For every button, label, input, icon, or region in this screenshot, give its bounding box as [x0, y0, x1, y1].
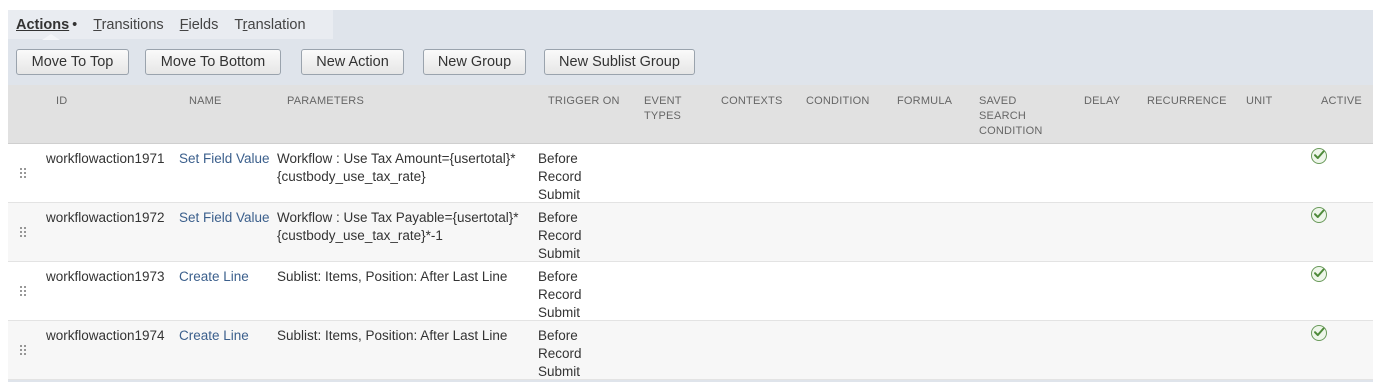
action-parameters: Sublist: Items, Position: After Last Lin…: [277, 268, 507, 286]
workflow-actions-panel: Actions • Transitions Fields Translation …: [8, 10, 1373, 382]
trigger-line1: Before: [538, 269, 578, 284]
col-contexts-header[interactable]: CONTEXTS: [721, 94, 783, 109]
action-parameters: Workflow : Use Tax Payable={usertotal}* …: [277, 209, 519, 245]
action-name-link[interactable]: Create Line: [179, 327, 249, 345]
active-check-icon: [1311, 148, 1327, 164]
tab-fields-label: ields: [188, 16, 219, 33]
active-check-icon: [1311, 325, 1327, 341]
table-header: ID NAME PARAMETERS TRIGGER ON EVENT TYPES…: [8, 85, 1373, 144]
drag-handle-icon[interactable]: [20, 227, 28, 239]
action-id: workflowaction1974: [46, 328, 165, 343]
action-trigger-on: Before Record Submit: [538, 327, 582, 381]
tab-actions-label: Actions: [16, 16, 70, 33]
parameters-line1: Workflow : Use Tax Amount={usertotal}*: [277, 151, 516, 166]
new-group-button[interactable]: New Group: [423, 49, 526, 75]
col-condition-header[interactable]: CONDITION: [806, 94, 870, 109]
col-parameters-header[interactable]: PARAMETERS: [287, 94, 364, 109]
active-check-icon: [1311, 207, 1327, 223]
col-saved-search-condition-header[interactable]: SAVED SEARCH CONDITION: [979, 94, 1043, 139]
trigger-line2: Record: [538, 287, 582, 302]
move-to-bottom-button[interactable]: Move To Bottom: [145, 49, 281, 75]
tab-translation-prefix: T: [234, 16, 243, 33]
col-trigger-on-header[interactable]: TRIGGER ON: [548, 94, 620, 109]
col-delay-header[interactable]: DELAY: [1084, 94, 1120, 109]
trigger-line2: Record: [538, 169, 582, 184]
action-name-link[interactable]: Set Field Value: [179, 209, 270, 227]
drag-handle-icon[interactable]: [20, 345, 28, 357]
parameters-line1: Sublist: Items, Position: After Last Lin…: [277, 269, 508, 284]
tab-transitions-label: ransitions: [101, 16, 164, 33]
col-recurrence-header[interactable]: RECURRENCE: [1147, 94, 1227, 109]
col-formula-header[interactable]: FORMULA: [897, 94, 952, 109]
action-parameters: Sublist: Items, Position: After Last Lin…: [277, 327, 507, 345]
trigger-line1: Before: [538, 151, 578, 166]
col-name-header[interactable]: NAME: [189, 94, 222, 109]
tab-translation[interactable]: Translation: [234, 17, 305, 33]
action-trigger-on: Before Record Submit: [538, 150, 582, 204]
table-row[interactable]: workflowaction1971 Set Field Value Workf…: [8, 144, 1373, 203]
col-active-header[interactable]: ACTIVE: [1321, 94, 1362, 109]
action-trigger-on: Before Record Submit: [538, 268, 582, 322]
action-name-link[interactable]: Set Field Value: [179, 150, 270, 168]
active-tab-marker: •: [72, 16, 78, 33]
trigger-line2: Record: [538, 346, 582, 361]
table-row[interactable]: workflowaction1973 Create Line Sublist: …: [8, 262, 1373, 321]
col-saved-search-line2: SEARCH: [979, 110, 1027, 122]
drag-handle-icon[interactable]: [20, 286, 28, 298]
col-unit-header[interactable]: UNIT: [1246, 94, 1272, 109]
table-row[interactable]: workflowaction1974 Create Line Sublist: …: [8, 321, 1373, 380]
col-saved-search-line1: SAVED: [979, 95, 1017, 107]
trigger-line3: Submit: [538, 305, 581, 320]
trigger-line3: Submit: [538, 364, 581, 379]
action-id: workflowaction1971: [46, 151, 165, 166]
col-event-types-line1: EVENT: [644, 95, 682, 107]
move-to-top-button[interactable]: Move To Top: [16, 49, 129, 75]
action-parameters: Workflow : Use Tax Amount={usertotal}* {…: [277, 150, 516, 186]
new-sublist-group-button[interactable]: New Sublist Group: [544, 49, 695, 75]
tab-actions[interactable]: Actions •: [16, 16, 78, 40]
tab-fields[interactable]: Fields: [180, 17, 219, 33]
parameters-line2: {custbody_use_tax_rate}: [277, 169, 426, 184]
parameters-line2: {custbody_use_tax_rate}*-1: [277, 228, 443, 243]
table-row[interactable]: workflowaction1972 Set Field Value Workf…: [8, 203, 1373, 262]
trigger-line1: Before: [538, 328, 578, 343]
action-name-link[interactable]: Create Line: [179, 268, 249, 286]
trigger-line2: Record: [538, 228, 582, 243]
action-id: workflowaction1973: [46, 269, 165, 284]
col-id-header[interactable]: ID: [56, 94, 67, 109]
col-event-types-line2: TYPES: [644, 110, 682, 122]
action-id: workflowaction1972: [46, 210, 165, 225]
tab-translation-label: anslation: [247, 16, 306, 33]
active-check-icon: [1311, 266, 1327, 282]
trigger-line1: Before: [538, 210, 578, 225]
parameters-line1: Sublist: Items, Position: After Last Lin…: [277, 328, 508, 343]
new-action-button[interactable]: New Action: [301, 49, 404, 75]
parameters-line1: Workflow : Use Tax Payable={usertotal}*: [277, 210, 519, 225]
trigger-line3: Submit: [538, 246, 581, 261]
action-trigger-on: Before Record Submit: [538, 209, 582, 263]
trigger-line3: Submit: [538, 187, 581, 202]
tab-fields-accesskey: F: [179, 16, 189, 33]
subtab-bar: Actions • Transitions Fields Translation: [8, 10, 333, 40]
drag-handle-icon[interactable]: [20, 168, 28, 180]
tab-transitions-accesskey: T: [93, 16, 102, 33]
tab-transitions[interactable]: Transitions: [93, 17, 163, 33]
col-saved-search-line3: CONDITION: [979, 125, 1043, 137]
col-event-types-header[interactable]: EVENT TYPES: [644, 94, 682, 124]
